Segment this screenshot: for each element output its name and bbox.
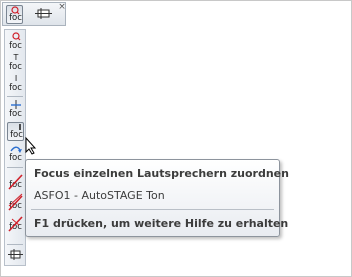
strike-red-icon (8, 174, 23, 190)
i-mark: I (14, 74, 18, 83)
t-mark: T (13, 53, 19, 62)
toolbar-button-focus-clear-3[interactable]: foc (7, 213, 24, 232)
foc-label: foc (9, 13, 22, 23)
toolbar-dock-button[interactable] (7, 246, 24, 265)
tooltip-help: F1 drücken, um weitere Hilfe zu erhalten (34, 217, 289, 230)
toolbar-button-focus-i[interactable]: I foc (7, 74, 24, 93)
foc-label: foc (10, 130, 23, 140)
foc-label: foc (9, 83, 22, 93)
toolbar-button-focus-rotate[interactable]: foc (7, 144, 24, 163)
top-focus-button[interactable]: foc (6, 5, 23, 24)
tooltip-title: Focus einzelnen Lautsprechern zuordnen (34, 167, 289, 180)
vertical-toolbar: foc T foc I foc foc I foc foc foc foc fo… (4, 29, 26, 266)
tooltip-body: ASFO1 - AutoSTAGE Ton (34, 189, 165, 202)
toolbar-button-focus-plus[interactable]: foc (7, 100, 24, 119)
close-icon[interactable]: × (57, 2, 67, 12)
tooltip: Focus einzelnen Lautsprechern zuordnen A… (25, 159, 289, 237)
toolbar-button-focus-q[interactable]: foc (7, 32, 24, 51)
strike-red-icon (8, 216, 23, 232)
toolbar-button-focus-t[interactable]: T foc (7, 53, 24, 72)
toolbar-button-focus-clear-1[interactable]: foc (7, 171, 24, 190)
separator (7, 244, 23, 245)
dock-icon (8, 249, 23, 260)
toolbar-button-focus-single-speakers[interactable]: I foc (7, 122, 24, 141)
tooltip-divider (31, 209, 274, 210)
dock-toggle-button[interactable] (33, 5, 55, 24)
foc-label: foc (9, 109, 22, 119)
separator (7, 167, 23, 168)
foc-label: foc (9, 153, 22, 163)
foc-label: foc (9, 62, 22, 72)
top-toolbar: foc × (2, 2, 66, 26)
separator (7, 96, 23, 97)
foc-label: foc (9, 41, 22, 51)
dock-icon (35, 8, 52, 19)
toolbar-button-focus-clear-2[interactable]: foc (7, 192, 24, 211)
window-frame: foc × foc T foc I foc foc I foc foc foc … (0, 0, 352, 277)
mouse-cursor-icon (25, 137, 37, 155)
strike-red-icon (8, 193, 23, 211)
